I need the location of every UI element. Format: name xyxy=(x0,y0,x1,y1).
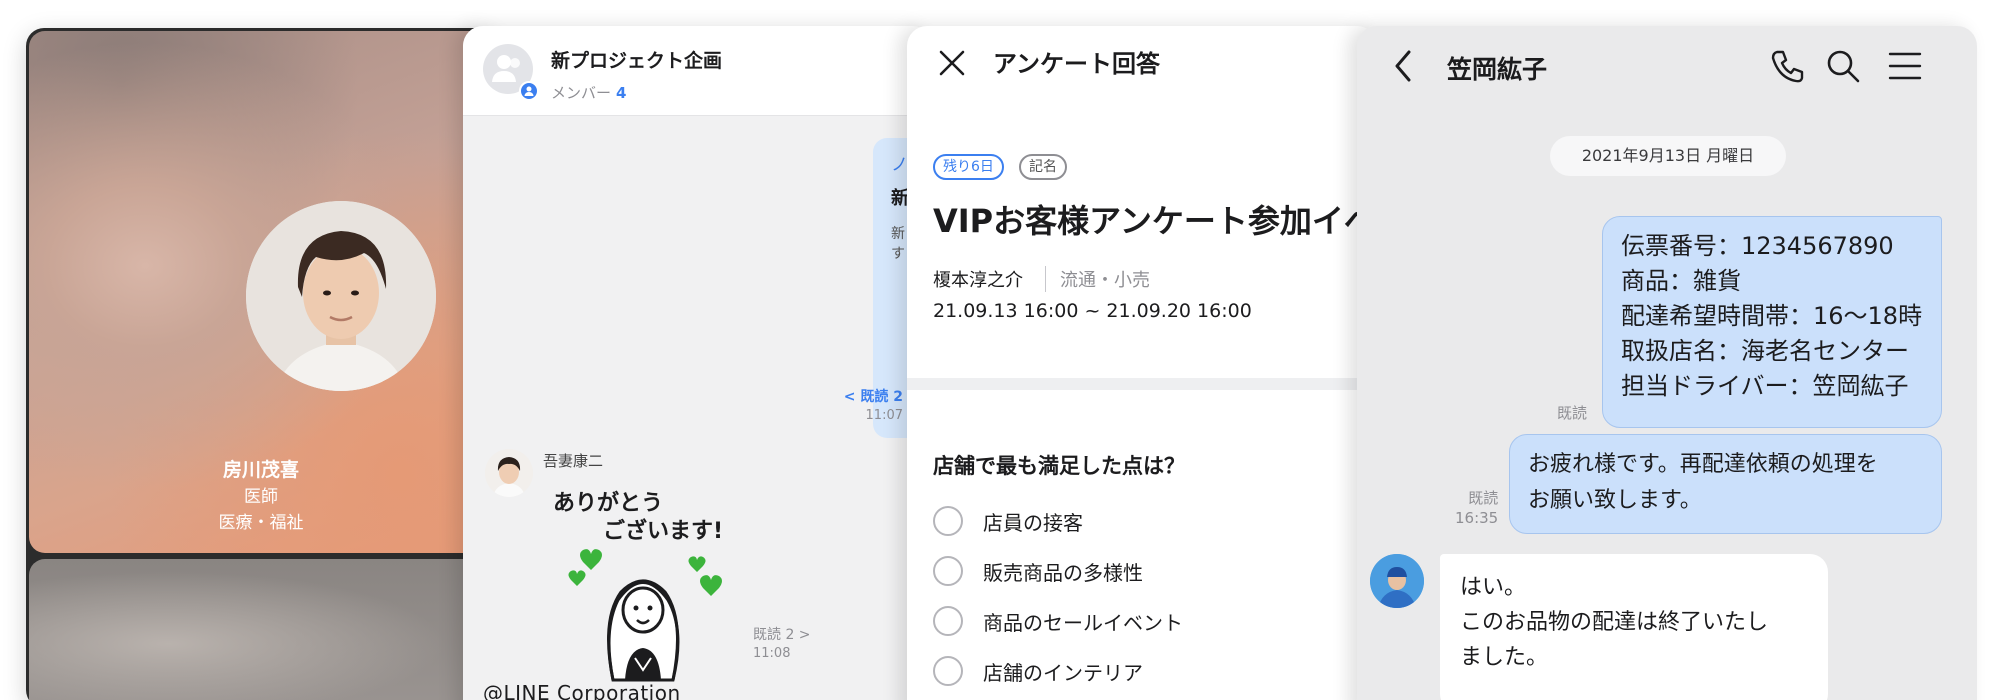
message-line: お疲れ様です。再配達依頼の処理を xyxy=(1528,452,1878,477)
copyright-text: @LINE Corporation xyxy=(483,681,681,700)
section-divider xyxy=(907,378,1377,390)
option-label: 店舗のインテリア xyxy=(983,660,1143,685)
contact-avatar[interactable] xyxy=(1370,554,1424,608)
survey-option[interactable]: 店舗のインテリア xyxy=(933,656,1143,686)
menu-icon xyxy=(1888,52,1922,80)
read-receipt: 既読 16:35 xyxy=(1455,488,1498,528)
read-time: 11:07 xyxy=(865,408,903,423)
sender-name: 吾妻康二 xyxy=(543,452,604,470)
heart-icon xyxy=(580,549,602,570)
read-time: 11:08 xyxy=(753,646,791,661)
bubble-peek-line: す xyxy=(891,246,905,262)
radio-button[interactable] xyxy=(933,556,963,586)
back-icon xyxy=(1395,50,1411,82)
menu-button[interactable] xyxy=(1887,48,1923,84)
caller-info: 房川茂喜 医師 医療・福祉 xyxy=(29,456,493,536)
survey-option[interactable]: 店員の接客 xyxy=(933,506,1083,536)
sticker-text-1: ありがとう xyxy=(553,490,663,516)
survey-option[interactable]: 販売商品の多様性 xyxy=(933,556,1143,586)
message-line: はい。 xyxy=(1460,575,1527,600)
video-call-panel: 房川茂喜 医師 医療・福祉 xyxy=(26,28,496,700)
heart-icon xyxy=(568,570,586,586)
close-button[interactable] xyxy=(937,48,967,78)
bubble-peek-body: 新 す xyxy=(891,224,905,264)
radio-button[interactable] xyxy=(933,656,963,686)
sticker-text-2: ございます! xyxy=(603,518,723,544)
message-line: お願い致します。 xyxy=(1528,488,1702,513)
option-label: 店員の接客 xyxy=(983,510,1083,535)
call-button[interactable] xyxy=(1767,46,1807,86)
survey-industry: 流通・小売 xyxy=(1045,266,1150,292)
group-member-badge-icon xyxy=(519,81,539,101)
stage: 房川茂喜 医師 医療・福祉 新プロジェクト企画 メンバー 4 ノ 新 新 す <… xyxy=(0,0,2000,700)
message-line: ました。 xyxy=(1460,645,1549,670)
bubble-peek-line: 新 xyxy=(891,226,905,242)
named-survey-tag: 記名 xyxy=(1019,154,1067,180)
radio-button[interactable] xyxy=(933,506,963,536)
read-label: 既読 xyxy=(1557,404,1588,422)
message-line: 取扱店名：海老名センター xyxy=(1621,337,1909,365)
read-label: 既読 xyxy=(1468,489,1499,507)
close-icon xyxy=(939,50,965,76)
option-label: 商品のセールイベント xyxy=(983,610,1183,635)
heart-icon xyxy=(688,556,706,572)
message-line: 配達希望時間帯：16〜18時 xyxy=(1621,302,1923,330)
video-tile-secondary[interactable] xyxy=(29,559,493,700)
video-tile-main[interactable]: 房川茂喜 医師 医療・福祉 xyxy=(29,31,493,553)
sender-avatar[interactable] xyxy=(485,449,533,497)
group-chat-panel: 新プロジェクト企画 メンバー 4 ノ 新 新 す < 既読 2 11:07 吾妻康… xyxy=(463,26,933,700)
group-members[interactable]: メンバー 4 xyxy=(551,82,626,103)
heart-icon xyxy=(700,575,722,596)
caller-avatar xyxy=(246,201,436,391)
option-label: 販売商品の多様性 xyxy=(983,560,1143,585)
chat-contact-name: 笠岡紘子 xyxy=(1447,55,1548,84)
caller-role: 医師 xyxy=(244,487,278,507)
chat-panel: 笠岡紘子 2021年9月13日 月曜日 既読 伝票番号：1234567890 商… xyxy=(1357,26,1977,700)
caller-industry: 医療・福祉 xyxy=(218,513,304,533)
message-line: 商品：雑貨 xyxy=(1621,267,1741,295)
survey-author: 榎本淳之介 xyxy=(933,270,1023,291)
outgoing-message[interactable]: お疲れ様です。再配達依頼の処理を お願い致します。 xyxy=(1509,434,1942,534)
group-read-receipt-1[interactable]: < 既読 2 11:07 xyxy=(803,386,903,423)
phone-icon xyxy=(1771,50,1804,83)
read-label: 既読 2 > xyxy=(753,627,811,643)
remaining-days-tag: 残り6日 xyxy=(933,154,1004,180)
group-chat-title[interactable]: 新プロジェクト企画 xyxy=(551,46,722,73)
caller-name: 房川茂喜 xyxy=(222,459,299,481)
survey-period: 21.09.13 16:00 ~ 21.09.20 16:00 xyxy=(933,300,1252,322)
outgoing-message[interactable]: 伝票番号：1234567890 商品：雑貨 配達希望時間帯：16〜18時 取扱店… xyxy=(1602,216,1942,428)
message-line: 伝票番号：1234567890 xyxy=(1621,232,1894,260)
group-chat-header: 新プロジェクト企画 メンバー 4 xyxy=(463,26,933,116)
survey-heading: VIPお客様アンケート参加イベ xyxy=(933,202,1376,240)
message-line: このお品物の配達は終了いたし xyxy=(1460,610,1769,635)
group-read-receipt-2[interactable]: 既読 2 > 11:08 xyxy=(753,624,811,661)
survey-panel: アンケート回答 残り6日 記名 VIPお客様アンケート参加イベ 榎本淳之介 流通… xyxy=(907,26,1377,700)
survey-question: 店舗で最も満足した点は？ xyxy=(933,454,1185,478)
date-separator: 2021年9月13日 月曜日 xyxy=(1550,136,1786,176)
read-label: < 既読 2 xyxy=(843,389,903,405)
search-button[interactable] xyxy=(1823,46,1863,86)
search-icon xyxy=(1827,50,1860,83)
survey-title: アンケート回答 xyxy=(993,50,1161,78)
group-members-label: メンバー xyxy=(551,84,612,102)
survey-option[interactable]: 商品のセールイベント xyxy=(933,606,1183,636)
back-button[interactable] xyxy=(1389,46,1419,86)
group-members-count: 4 xyxy=(616,84,627,102)
message-line: 担当ドライバー：笠岡紘子 xyxy=(1621,372,1909,400)
sticker[interactable]: ありがとう ございます! xyxy=(543,480,743,690)
bubble-peek-text: ノ xyxy=(891,155,908,175)
incoming-message[interactable]: はい。 このお品物の配達は終了いたし ました。 xyxy=(1440,554,1828,700)
message-time: 16:35 xyxy=(1455,509,1499,527)
radio-button[interactable] xyxy=(933,606,963,636)
